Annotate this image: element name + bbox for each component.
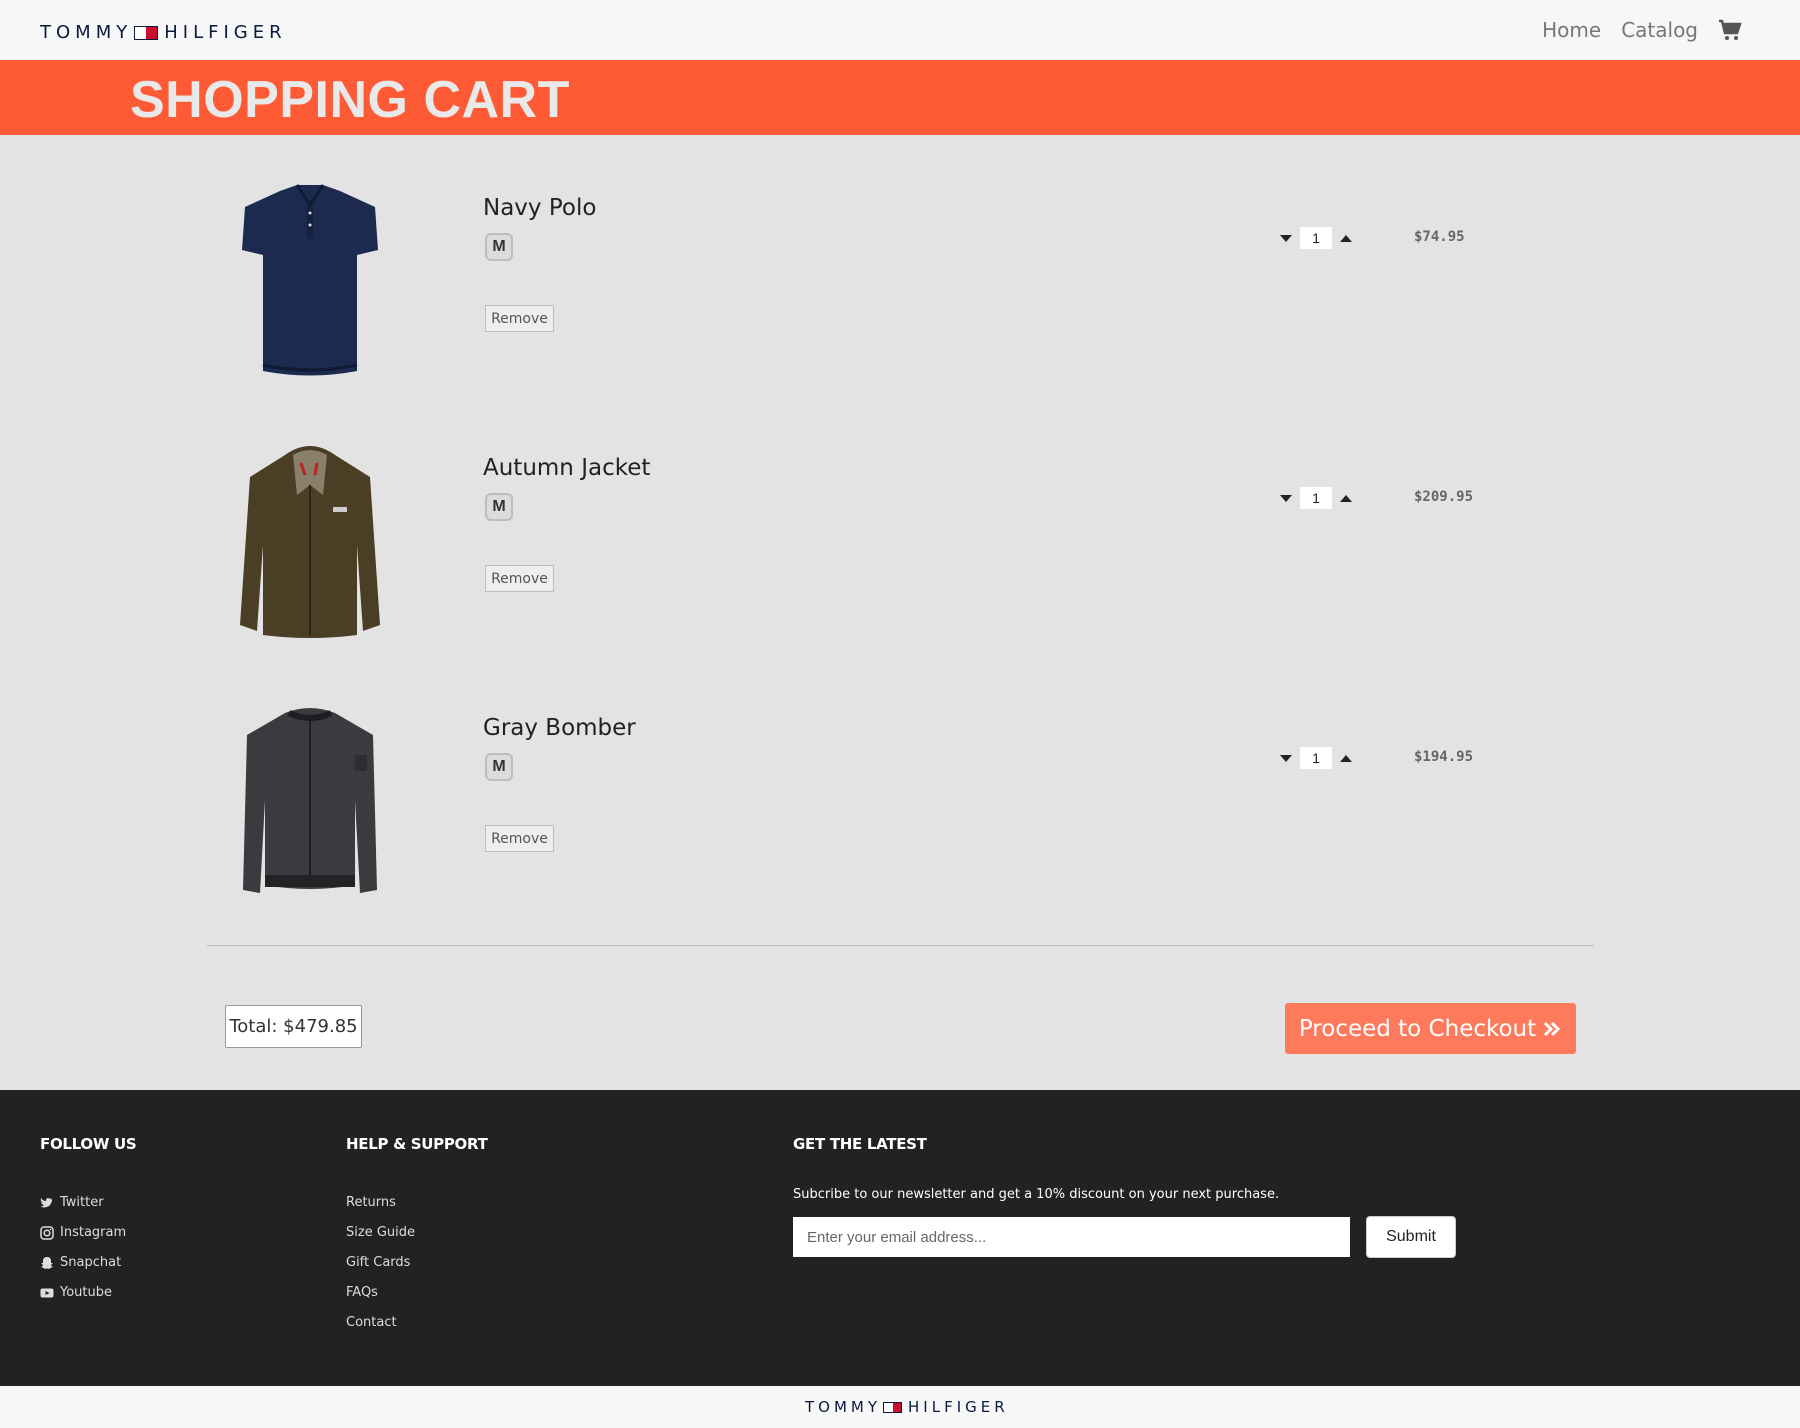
nav-home-link[interactable]: Home	[1542, 18, 1601, 42]
size-badge: M	[485, 233, 513, 261]
quantity-stepper: 1	[1280, 227, 1352, 249]
product-name: Gray Bomber	[483, 715, 636, 741]
double-chevron-right-icon	[1544, 1021, 1561, 1036]
get-latest-heading: GET THE LATEST	[793, 1135, 927, 1153]
remove-button[interactable]: Remove	[485, 305, 554, 332]
increase-qty-icon[interactable]	[1340, 234, 1352, 242]
logo-text-hilfiger: HILFIGER	[908, 1398, 1009, 1416]
size-guide-link[interactable]: Size Guide	[346, 1225, 415, 1240]
increase-qty-icon[interactable]	[1340, 494, 1352, 502]
snapchat-label: Snapchat	[60, 1255, 122, 1270]
quantity-field[interactable]: 1	[1300, 747, 1332, 769]
twitter-label: Twitter	[60, 1195, 104, 1210]
logo-text-tommy: TOMMY	[805, 1398, 882, 1416]
gift-cards-link[interactable]: Gift Cards	[346, 1255, 410, 1270]
decrease-qty-icon[interactable]	[1280, 234, 1292, 242]
youtube-link[interactable]: Youtube	[40, 1285, 112, 1300]
site-footer: FOLLOW US Twitter Instagram Snapchat You…	[0, 1090, 1800, 1386]
remove-button[interactable]: Remove	[485, 565, 554, 592]
instagram-label: Instagram	[60, 1225, 127, 1240]
top-navbar: TOMMY HILFIGER Home Catalog	[0, 0, 1800, 60]
flag-icon	[883, 1401, 903, 1413]
product-name: Navy Polo	[483, 195, 597, 221]
newsletter-text: Subcribe to our newsletter and get a 10%…	[793, 1187, 1280, 1202]
youtube-label: Youtube	[60, 1285, 112, 1300]
quantity-field[interactable]: 1	[1300, 487, 1332, 509]
cart-item: Autumn Jacket M Remove 1 $209.95	[0, 425, 1800, 685]
instagram-link[interactable]: Instagram	[40, 1225, 126, 1240]
navy-polo-image	[242, 184, 378, 376]
snapchat-link[interactable]: Snapchat	[40, 1255, 121, 1270]
item-price: $74.95	[1414, 229, 1465, 245]
help-support-heading: HELP & SUPPORT	[346, 1135, 488, 1153]
cart-item: Navy Polo M Remove 1 $74.95	[0, 165, 1800, 425]
nav-catalog-link[interactable]: Catalog	[1621, 18, 1698, 42]
checkout-label: Proceed to Checkout	[1298, 1015, 1537, 1042]
quantity-field[interactable]: 1	[1300, 227, 1332, 249]
decrease-qty-icon[interactable]	[1280, 494, 1292, 502]
logo-text-tommy: TOMMY	[40, 22, 133, 43]
footer-brand-logo[interactable]: TOMMY HILFIGER	[805, 1398, 1009, 1416]
remove-button[interactable]: Remove	[485, 825, 554, 852]
follow-us-heading: FOLLOW US	[40, 1135, 137, 1153]
instagram-icon	[40, 1225, 54, 1240]
page-banner: SHOPPING CART	[0, 60, 1800, 135]
quantity-stepper: 1	[1280, 747, 1352, 769]
cart-total: Total: $479.85	[225, 1005, 362, 1048]
cart-item: Gray Bomber M Remove 1 $194.95	[0, 685, 1800, 945]
size-badge: M	[485, 493, 513, 521]
item-price: $209.95	[1414, 489, 1474, 505]
twitter-link[interactable]: Twitter	[40, 1195, 104, 1210]
flag-icon	[134, 25, 159, 40]
product-name: Autumn Jacket	[483, 455, 651, 481]
autumn-jacket-image	[240, 446, 380, 638]
page-title: SHOPPING CART	[130, 71, 570, 129]
checkout-button[interactable]: Proceed to Checkout	[1285, 1003, 1576, 1054]
contact-link[interactable]: Contact	[346, 1315, 397, 1330]
faqs-link[interactable]: FAQs	[346, 1285, 378, 1300]
twitter-icon	[40, 1197, 53, 1207]
decrease-qty-icon[interactable]	[1280, 754, 1292, 762]
quantity-stepper: 1	[1280, 487, 1352, 509]
main-nav: Home Catalog	[1542, 18, 1742, 42]
snapchat-icon	[41, 1256, 53, 1269]
submit-button[interactable]: Submit	[1366, 1216, 1456, 1258]
email-input[interactable]	[793, 1217, 1350, 1257]
bottom-bar: TOMMY HILFIGER	[0, 1386, 1800, 1428]
item-price: $194.95	[1414, 749, 1474, 765]
increase-qty-icon[interactable]	[1340, 754, 1352, 762]
divider	[207, 945, 1594, 946]
youtube-icon	[40, 1288, 54, 1297]
shopping-cart-icon[interactable]	[1718, 18, 1742, 42]
gray-bomber-image	[243, 708, 377, 893]
size-badge: M	[485, 753, 513, 781]
returns-link[interactable]: Returns	[346, 1195, 396, 1210]
brand-logo[interactable]: TOMMY HILFIGER	[40, 22, 287, 43]
logo-text-hilfiger: HILFIGER	[164, 22, 287, 43]
